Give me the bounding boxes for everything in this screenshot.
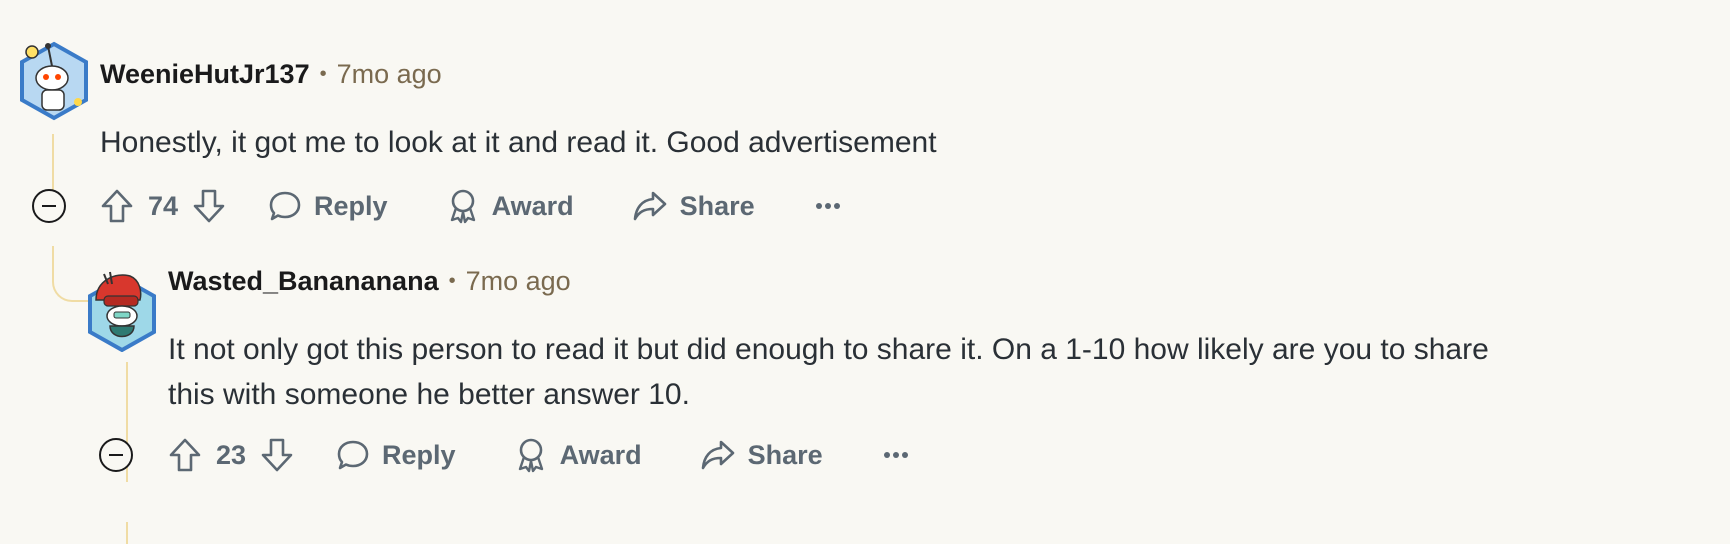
- upvote-icon: [101, 189, 133, 223]
- comment-body: It not only got this person to read it b…: [168, 327, 1489, 417]
- comment-body: Honestly, it got me to look at it and re…: [100, 120, 937, 165]
- timestamp[interactable]: 7mo ago: [466, 266, 571, 297]
- upvote-icon: [169, 438, 201, 472]
- more-icon: [815, 203, 840, 209]
- reply-icon: [269, 191, 301, 221]
- share-label: Share: [679, 190, 755, 221]
- more-options-button[interactable]: [813, 191, 843, 221]
- more-options-button[interactable]: [881, 440, 911, 470]
- reply-label: Reply: [314, 190, 388, 221]
- reply-button[interactable]: Reply: [336, 438, 456, 472]
- avatar[interactable]: [86, 270, 158, 352]
- comment-meta: WeenieHutJr137 • 7mo ago: [100, 54, 442, 94]
- award-button[interactable]: Award: [514, 437, 642, 473]
- comment-meta: Wasted_Banananana • 7mo ago: [168, 261, 571, 301]
- share-icon: [633, 191, 666, 221]
- reply-button[interactable]: Reply: [268, 189, 388, 223]
- reply-icon: [337, 440, 369, 470]
- more-icon: [883, 452, 908, 458]
- downvote-button[interactable]: [258, 435, 296, 475]
- share-button[interactable]: Share: [632, 189, 755, 223]
- username[interactable]: WeenieHutJr137: [100, 59, 310, 90]
- timestamp[interactable]: 7mo ago: [337, 59, 442, 90]
- share-button[interactable]: Share: [700, 438, 823, 472]
- collapse-icon: [42, 204, 56, 208]
- vote-score: 74: [148, 190, 179, 221]
- separator-dot: •: [319, 62, 327, 85]
- thread-line: [126, 522, 128, 544]
- award-label: Award: [491, 190, 574, 221]
- separator-dot: •: [448, 269, 456, 292]
- collapse-button[interactable]: [99, 438, 133, 472]
- share-label: Share: [747, 439, 823, 470]
- reply-label: Reply: [382, 439, 456, 470]
- share-icon: [701, 440, 734, 470]
- comment-actions: 74 Reply Award Share: [98, 182, 843, 230]
- username[interactable]: Wasted_Banananana: [168, 266, 439, 297]
- comment-actions: 23 Reply Award Share: [166, 431, 911, 479]
- comment-text-line: It not only got this person to read it b…: [168, 333, 1489, 366]
- vote-score: 23: [216, 439, 247, 470]
- award-button[interactable]: Award: [446, 188, 574, 224]
- award-icon: [518, 438, 543, 473]
- downvote-icon: [193, 189, 225, 223]
- comment-text: Honestly, it got me to look at it and re…: [100, 126, 937, 159]
- collapse-button[interactable]: [32, 189, 66, 223]
- downvote-button[interactable]: [190, 186, 228, 226]
- upvote-button[interactable]: [166, 435, 204, 475]
- collapse-icon: [109, 453, 123, 457]
- downvote-icon: [261, 438, 293, 472]
- avatar[interactable]: [18, 40, 90, 122]
- award-label: Award: [559, 439, 642, 470]
- award-icon: [450, 189, 475, 224]
- upvote-button[interactable]: [98, 186, 136, 226]
- comment-text-line: this with someone he better answer 10.: [168, 378, 690, 411]
